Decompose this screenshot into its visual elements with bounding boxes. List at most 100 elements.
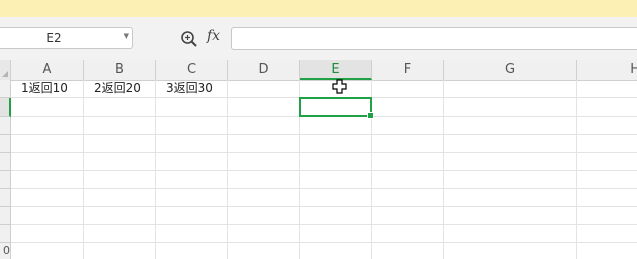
- grid-cell[interactable]: [577, 117, 637, 135]
- grid-cell[interactable]: [444, 98, 577, 117]
- grid-cell[interactable]: [577, 207, 637, 225]
- grid-cell[interactable]: [84, 243, 156, 259]
- grid-cell[interactable]: [156, 225, 228, 243]
- grid-cell[interactable]: [11, 171, 84, 189]
- grid-cell[interactable]: [300, 189, 372, 207]
- row-header-5[interactable]: [0, 153, 11, 171]
- grid-cell[interactable]: [444, 243, 577, 259]
- grid-cell[interactable]: [372, 80, 444, 98]
- grid-cell[interactable]: [372, 171, 444, 189]
- grid-cell[interactable]: [11, 189, 84, 207]
- grid-cell[interactable]: [84, 153, 156, 171]
- formula-input[interactable]: [231, 27, 637, 50]
- grid-cell[interactable]: [300, 171, 372, 189]
- grid-cell[interactable]: [577, 98, 637, 117]
- grid-cell[interactable]: [228, 171, 300, 189]
- column-header-g[interactable]: G: [444, 60, 577, 80]
- grid-cell[interactable]: [11, 243, 84, 259]
- column-header-a[interactable]: A: [11, 60, 84, 80]
- grid-cell[interactable]: [372, 135, 444, 153]
- name-box[interactable]: E2 ▼: [0, 27, 133, 49]
- grid-cell[interactable]: [228, 117, 300, 135]
- row-header-3[interactable]: [0, 117, 11, 135]
- grid-cell[interactable]: [577, 135, 637, 153]
- grid-cell[interactable]: [156, 189, 228, 207]
- grid-cell[interactable]: [577, 225, 637, 243]
- grid-cell[interactable]: [156, 171, 228, 189]
- select-all-corner[interactable]: [0, 60, 11, 80]
- grid-cell[interactable]: [444, 117, 577, 135]
- grid-cell[interactable]: [84, 171, 156, 189]
- grid-cell[interactable]: [156, 135, 228, 153]
- column-header-c[interactable]: C: [156, 60, 228, 80]
- grid-cell[interactable]: [444, 80, 577, 98]
- grid-cell[interactable]: [300, 225, 372, 243]
- zoom-formula-icon[interactable]: [180, 30, 198, 48]
- grid-cell[interactable]: [300, 117, 372, 135]
- grid-cell[interactable]: [372, 117, 444, 135]
- grid-cell[interactable]: [156, 98, 228, 117]
- column-header-f[interactable]: F: [372, 60, 444, 80]
- grid-cell[interactable]: [300, 243, 372, 259]
- chevron-down-icon[interactable]: ▼: [124, 32, 129, 40]
- grid-cell[interactable]: [11, 98, 84, 117]
- row-header-8[interactable]: [0, 207, 11, 225]
- grid-cell[interactable]: [372, 225, 444, 243]
- grid-cell[interactable]: [444, 207, 577, 225]
- grid-cell[interactable]: [228, 135, 300, 153]
- column-header-h[interactable]: H: [577, 60, 637, 80]
- grid-cell[interactable]: [11, 207, 84, 225]
- active-cell-e2[interactable]: [299, 97, 374, 119]
- row-header-6[interactable]: [0, 171, 11, 189]
- cell-a1[interactable]: 1返回10: [11, 80, 84, 98]
- row-header-2[interactable]: [0, 98, 11, 117]
- grid-cell[interactable]: [11, 135, 84, 153]
- grid-cell[interactable]: [228, 153, 300, 171]
- row-header-9[interactable]: [0, 225, 11, 243]
- cell-b1[interactable]: 2返回20: [84, 80, 156, 98]
- grid-cell[interactable]: [11, 153, 84, 171]
- grid-cell[interactable]: [228, 243, 300, 259]
- grid-cell[interactable]: [228, 80, 300, 98]
- column-header-b[interactable]: B: [84, 60, 156, 80]
- spreadsheet-grid[interactable]: A B C D E F G H 0 1返回10 2返回20 3返回30: [0, 60, 637, 259]
- grid-cell[interactable]: [84, 98, 156, 117]
- grid-cell[interactable]: [444, 153, 577, 171]
- grid-cell[interactable]: [577, 80, 637, 98]
- grid-cell[interactable]: [228, 98, 300, 117]
- grid-cell[interactable]: [372, 189, 444, 207]
- fx-icon[interactable]: fx: [207, 28, 220, 44]
- column-header-d[interactable]: D: [228, 60, 300, 80]
- grid-cell[interactable]: [84, 135, 156, 153]
- grid-cell[interactable]: [372, 98, 444, 117]
- cell-c1[interactable]: 3返回30: [156, 80, 228, 98]
- row-header-7[interactable]: [0, 189, 11, 207]
- grid-cell[interactable]: [156, 117, 228, 135]
- grid-cell[interactable]: [577, 171, 637, 189]
- grid-cell[interactable]: [11, 225, 84, 243]
- grid-cell[interactable]: [84, 225, 156, 243]
- grid-cell[interactable]: [372, 207, 444, 225]
- grid-cell[interactable]: [11, 117, 84, 135]
- grid-cell[interactable]: [228, 189, 300, 207]
- grid-cell[interactable]: [444, 189, 577, 207]
- grid-cell[interactable]: [372, 243, 444, 259]
- grid-cell[interactable]: [84, 207, 156, 225]
- grid-cell[interactable]: [444, 225, 577, 243]
- grid-cell[interactable]: [156, 243, 228, 259]
- row-header-1[interactable]: [0, 80, 11, 98]
- column-header-e[interactable]: E: [300, 60, 372, 80]
- grid-cell[interactable]: [577, 243, 637, 259]
- grid-cell[interactable]: [228, 225, 300, 243]
- grid-cell[interactable]: [372, 153, 444, 171]
- grid-cell[interactable]: [300, 207, 372, 225]
- grid-cell[interactable]: [84, 189, 156, 207]
- grid-cell[interactable]: [577, 153, 637, 171]
- grid-cell[interactable]: [156, 207, 228, 225]
- row-header-10[interactable]: 0: [0, 243, 11, 259]
- grid-cell[interactable]: [156, 153, 228, 171]
- grid-cell[interactable]: [228, 207, 300, 225]
- fill-handle[interactable]: [367, 112, 374, 119]
- grid-cell[interactable]: [84, 117, 156, 135]
- row-header-4[interactable]: [0, 135, 11, 153]
